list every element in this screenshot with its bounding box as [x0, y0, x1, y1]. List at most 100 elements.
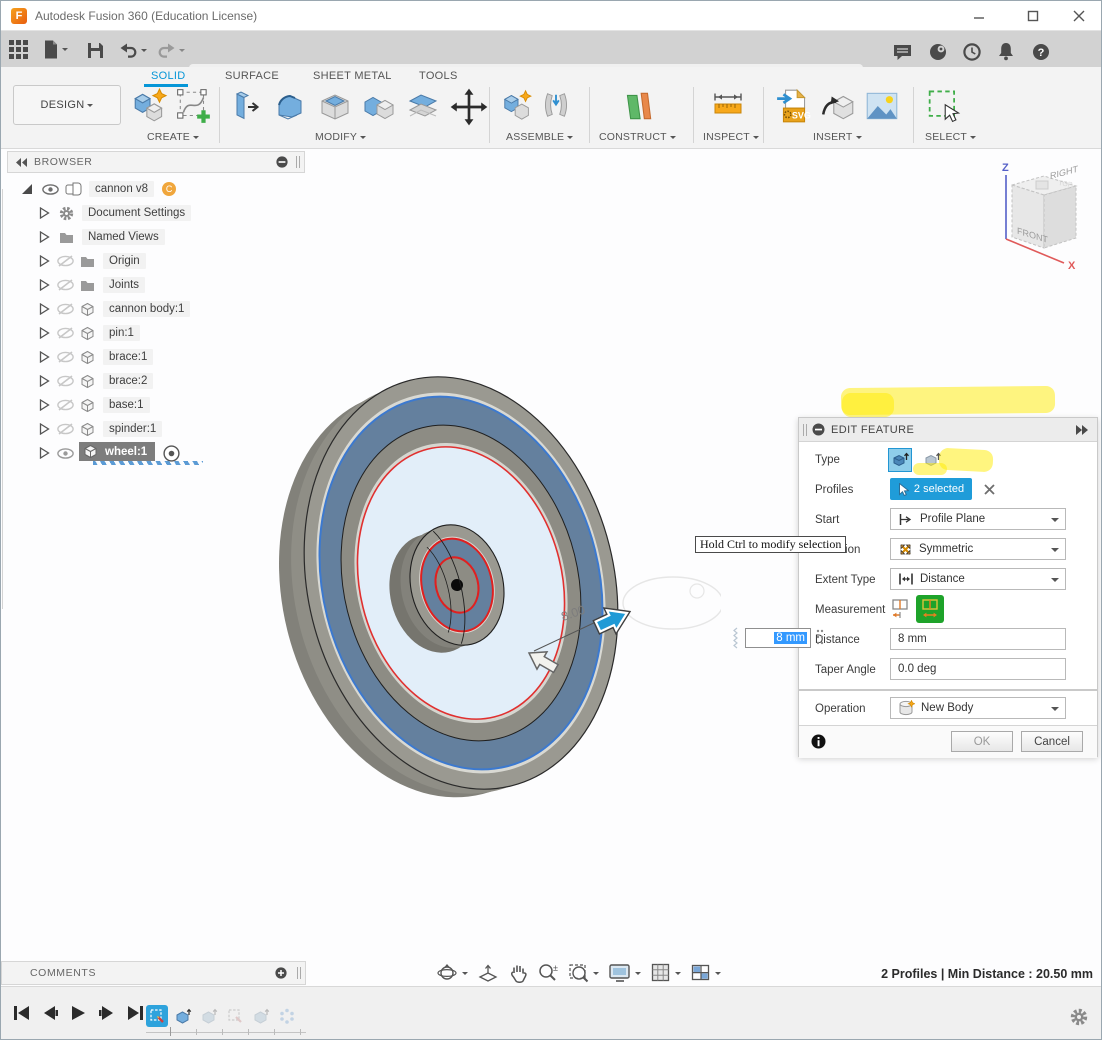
- tree-row-named-views[interactable]: Named Views: [39, 227, 165, 247]
- workspace-design-button[interactable]: DESIGN: [13, 85, 121, 125]
- insert-svg-icon[interactable]: SVG: [775, 87, 813, 125]
- joint-icon[interactable]: [541, 87, 571, 123]
- tree-item-label[interactable]: brace:1: [103, 349, 153, 365]
- viewports-icon[interactable]: [690, 962, 721, 984]
- timeline-sketch2-suppressed[interactable]: [224, 1005, 246, 1027]
- profiles-selected-button[interactable]: 2 selected: [890, 478, 972, 500]
- split-body-icon[interactable]: [405, 89, 441, 125]
- distance-input[interactable]: 8 mm: [890, 628, 1066, 650]
- select-group-label[interactable]: SELECT: [925, 131, 976, 143]
- save-icon[interactable]: [87, 37, 104, 63]
- create-group-label[interactable]: CREATE: [147, 131, 199, 143]
- tree-row-pin[interactable]: pin:1: [39, 323, 140, 343]
- timeline-pattern-suppressed[interactable]: [276, 1005, 298, 1027]
- tree-item-label[interactable]: Document Settings: [82, 205, 191, 221]
- tab-solid[interactable]: SOLID: [151, 70, 186, 82]
- collapse-arrow-icon[interactable]: [39, 399, 50, 411]
- minimize-button[interactable]: [963, 4, 995, 28]
- new-body-icon[interactable]: [131, 87, 169, 125]
- eye-hidden-icon[interactable]: [57, 255, 74, 267]
- orbit-icon[interactable]: [437, 962, 468, 984]
- go-to-end-icon[interactable]: [127, 1005, 144, 1021]
- modify-group-label[interactable]: MODIFY: [315, 131, 366, 143]
- new-component-icon[interactable]: [501, 87, 535, 123]
- tree-row-wheel-selected[interactable]: wheel:1: [39, 443, 180, 463]
- pan-icon[interactable]: [508, 962, 528, 984]
- manipulator-ring[interactable]: [623, 577, 721, 629]
- collapse-arrow-icon[interactable]: [39, 207, 50, 219]
- tree-item-label[interactable]: cannon body:1: [103, 301, 190, 317]
- start-dropdown[interactable]: Profile Plane: [890, 508, 1066, 530]
- activate-radio-icon[interactable]: [163, 445, 180, 462]
- dialog-grip[interactable]: [803, 424, 807, 436]
- timeline-extrude1[interactable]: [172, 1005, 194, 1027]
- tree-row-base[interactable]: base:1: [39, 395, 150, 415]
- tree-item-label[interactable]: Joints: [103, 277, 145, 293]
- inspect-group-label[interactable]: INSPECT: [703, 131, 759, 143]
- insert-group-label[interactable]: INSERT: [813, 131, 862, 143]
- combine-icon[interactable]: [361, 89, 397, 125]
- eye-visible-icon[interactable]: [42, 184, 59, 195]
- zoom-window-icon[interactable]: [568, 962, 599, 984]
- step-back-icon[interactable]: [42, 1005, 59, 1021]
- panel-grip[interactable]: [297, 967, 301, 979]
- clear-selection-icon[interactable]: [984, 484, 995, 495]
- tree-row-document-settings[interactable]: Document Settings: [39, 203, 191, 223]
- tree-item-label[interactable]: wheel:1: [105, 446, 147, 458]
- extensions-icon[interactable]: [929, 39, 947, 65]
- timeline-sketch1-selected[interactable]: [146, 1005, 168, 1027]
- dimension-input-field[interactable]: 8 mm: [745, 628, 811, 648]
- app-grid-icon[interactable]: [9, 36, 28, 62]
- fillet-icon[interactable]: [273, 89, 309, 125]
- timeline-extrude2-suppressed[interactable]: [198, 1005, 220, 1027]
- job-status-clock-icon[interactable]: [963, 39, 981, 65]
- tree-row-spinder[interactable]: spinder:1: [39, 419, 162, 439]
- press-pull-icon[interactable]: [229, 89, 265, 125]
- collapse-dialog-icon[interactable]: [812, 423, 825, 436]
- help-icon[interactable]: ?: [1032, 39, 1050, 65]
- collapse-arrow-icon[interactable]: [39, 255, 50, 267]
- file-menu-icon[interactable]: [43, 36, 68, 62]
- tree-item-label[interactable]: Named Views: [82, 229, 165, 245]
- tree-row-root[interactable]: cannon v8 C: [21, 179, 176, 199]
- move-copy-icon[interactable]: [449, 87, 489, 127]
- collapse-arrow-icon[interactable]: [39, 447, 50, 459]
- zoom-icon[interactable]: ±: [537, 962, 559, 984]
- eye-hidden-icon[interactable]: [57, 351, 74, 363]
- info-icon[interactable]: [811, 734, 826, 749]
- root-label[interactable]: cannon v8: [89, 181, 154, 197]
- collapse-panel-icon[interactable]: [16, 158, 28, 167]
- thin-extrude-type[interactable]: [920, 448, 944, 472]
- collapse-arrow-icon[interactable]: [39, 375, 50, 387]
- collapse-arrow-icon[interactable]: [39, 231, 50, 243]
- collapse-arrow-icon[interactable]: [39, 327, 50, 339]
- collapse-arrow-icon[interactable]: [39, 351, 50, 363]
- maximize-button[interactable]: [1017, 4, 1049, 28]
- tab-tools[interactable]: TOOLS: [419, 70, 458, 82]
- expand-dialog-icon[interactable]: [1075, 425, 1089, 435]
- direction-dropdown[interactable]: Symmetric: [890, 538, 1066, 560]
- tree-row-brace2[interactable]: brace:2: [39, 371, 153, 391]
- hide-browser-icon[interactable]: [276, 156, 288, 168]
- expand-comments-icon[interactable]: [275, 967, 287, 979]
- tree-row-joints[interactable]: Joints: [39, 275, 145, 295]
- go-to-start-icon[interactable]: [13, 1005, 30, 1021]
- tree-item-label[interactable]: brace:2: [103, 373, 153, 389]
- create-sketch-icon[interactable]: [175, 87, 213, 125]
- dialog-header[interactable]: EDIT FEATURE: [799, 418, 1097, 442]
- construct-plane-icon[interactable]: [619, 87, 657, 125]
- tree-item-label[interactable]: spinder:1: [103, 421, 162, 437]
- drag-handle-icon[interactable]: [733, 627, 741, 649]
- timeline-extrude3-suppressed[interactable]: [250, 1005, 272, 1027]
- step-forward-icon[interactable]: [98, 1005, 115, 1021]
- timeline-settings-gear-icon[interactable]: [1069, 1007, 1089, 1027]
- construct-group-label[interactable]: CONSTRUCT: [599, 131, 676, 143]
- look-at-icon[interactable]: [477, 962, 499, 984]
- collapse-arrow-icon[interactable]: [39, 279, 50, 291]
- viewport-canvas[interactable]: BROWSER cannon v8 C Document Settings Na…: [1, 149, 1102, 986]
- tab-surface[interactable]: SURFACE: [225, 70, 279, 82]
- cancel-button[interactable]: Cancel: [1021, 731, 1083, 752]
- grid-settings-icon[interactable]: [650, 962, 681, 984]
- extrude-type-selected[interactable]: [888, 448, 912, 472]
- measurement-half-option[interactable]: [888, 596, 912, 622]
